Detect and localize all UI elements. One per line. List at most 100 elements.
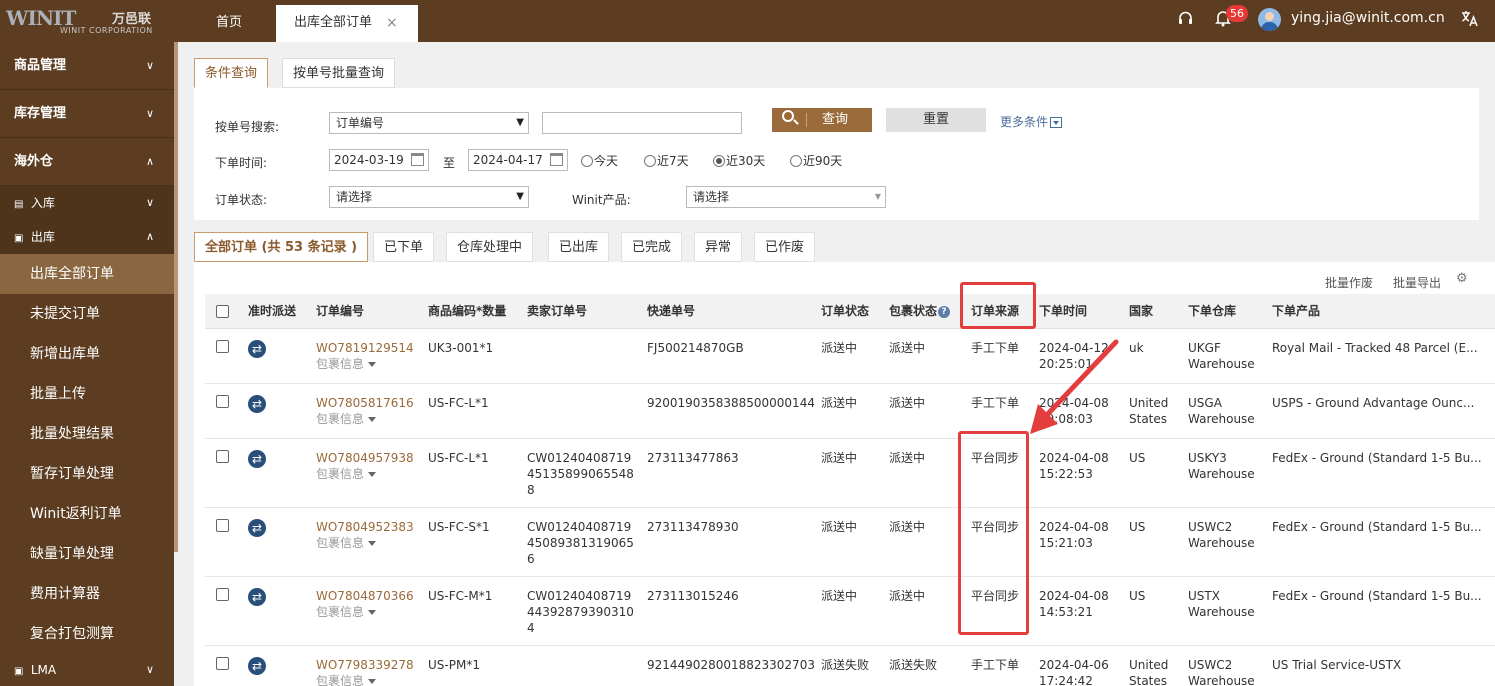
- tab-ordered[interactable]: 已下单: [373, 232, 435, 262]
- more-label: 更多条件: [1000, 115, 1049, 129]
- package-info-toggle[interactable]: 包裹信息: [316, 411, 414, 427]
- order-no-link[interactable]: WO7804870366: [316, 588, 414, 604]
- date-to-input[interactable]: 2024-04-17: [468, 149, 568, 171]
- tab-completed[interactable]: 已完成: [621, 232, 683, 262]
- radio-30-days[interactable]: 近30天: [713, 152, 765, 169]
- col-package-status[interactable]: 包裹状态?: [889, 294, 951, 329]
- on-time-delivery-icon[interactable]: ⇄: [248, 519, 266, 537]
- sidebar-item-outbound-all-orders[interactable]: 出库全部订单: [0, 254, 174, 294]
- col-on-time[interactable]: 准时派送: [248, 294, 296, 329]
- brand-logo[interactable]: WINIT 万邑联 WINIT CORPORATION: [6, 6, 166, 38]
- more-conditions-link[interactable]: 更多条件: [1000, 113, 1063, 130]
- order-no-link[interactable]: WO7804952383: [316, 519, 414, 535]
- tab-condition-query[interactable]: 条件查询: [194, 58, 269, 88]
- search-type-select[interactable]: 订单编号 ▼: [329, 112, 529, 134]
- sidebar-item-new-outbound[interactable]: 新增出库单: [0, 334, 174, 374]
- tab-voided[interactable]: 已作废: [754, 232, 816, 262]
- sidebar-group-overseas-warehouse[interactable]: 海外仓 ∧: [0, 138, 174, 186]
- package-info-toggle[interactable]: 包裹信息: [316, 604, 414, 620]
- row-checkbox[interactable]: [216, 450, 229, 463]
- translate-icon[interactable]: [1461, 10, 1479, 31]
- row-checkbox[interactable]: [216, 657, 229, 670]
- calendar-icon[interactable]: [411, 153, 424, 166]
- gear-icon[interactable]: ⚙: [1456, 271, 1468, 286]
- package-status-cell: 派送中: [889, 341, 926, 355]
- sku-cell: US-FC-L*1: [428, 396, 489, 410]
- tab-exception[interactable]: 异常: [694, 232, 743, 262]
- tab-warehouse-processing[interactable]: 仓库处理中: [446, 232, 534, 262]
- product-cell: FedEx - Ground (Standard 1-5 Bu...: [1272, 520, 1482, 534]
- close-icon[interactable]: ×: [386, 5, 398, 41]
- sidebar-sub-lma[interactable]: ▣ LMA ∨: [0, 654, 174, 686]
- col-warehouse[interactable]: 下单仓库: [1188, 294, 1236, 329]
- tab-all-orders[interactable]: 全部订单 (共 53 条记录 ): [194, 232, 369, 262]
- sidebar-item-shortage-orders[interactable]: 缺量订单处理: [0, 534, 174, 574]
- headset-icon[interactable]: [1177, 10, 1194, 31]
- col-order-no[interactable]: 订单编号: [316, 294, 364, 329]
- sidebar-item-batch-upload[interactable]: 批量上传: [0, 374, 174, 414]
- package-info-toggle[interactable]: 包裹信息: [316, 466, 414, 482]
- on-time-delivery-icon[interactable]: ⇄: [248, 450, 266, 468]
- sidebar-sub-outbound[interactable]: ▣ 出库 ∧: [0, 220, 174, 254]
- order-no-link[interactable]: WO7819129514: [316, 340, 414, 356]
- sidebar-group-product[interactable]: 商品管理 ∨: [0, 42, 174, 90]
- order-no-link[interactable]: WO7798339278: [316, 657, 414, 673]
- order-time-cell: 2024-04-08 14:53:21: [1039, 589, 1109, 619]
- col-tracking[interactable]: 快递单号: [647, 294, 695, 329]
- on-time-delivery-icon[interactable]: ⇄: [248, 657, 266, 675]
- query-button[interactable]: 查询: [772, 108, 872, 132]
- table-row[interactable]: ⇄ WO7805817616 包裹信息 US-FC-L*1 92001903583885…: [205, 384, 1495, 439]
- sidebar-sub-inbound[interactable]: ▤ 入库 ∨: [0, 186, 174, 220]
- product-select[interactable]: 请选择 ▼: [686, 186, 886, 208]
- select-all-checkbox[interactable]: [216, 305, 229, 318]
- date-from-input[interactable]: 2024-03-19: [329, 149, 429, 171]
- batch-void-button[interactable]: 批量作废: [1325, 274, 1373, 291]
- order-no-link[interactable]: WO7804957938: [316, 450, 414, 466]
- tab-home[interactable]: 首页: [196, 5, 262, 42]
- sidebar-item-packing-calc[interactable]: 复合打包测算: [0, 614, 174, 654]
- search-input[interactable]: [542, 112, 742, 134]
- sidebar-item-batch-results[interactable]: 批量处理结果: [0, 414, 174, 454]
- col-order-time[interactable]: 下单时间: [1039, 294, 1087, 329]
- sidebar-item-fee-calculator[interactable]: 费用计算器: [0, 574, 174, 614]
- row-checkbox[interactable]: [216, 395, 229, 408]
- table-row[interactable]: ⇄ WO7798339278 包裹信息 US-PM*1 9214490280018823…: [205, 646, 1495, 686]
- radio-today[interactable]: 今天: [581, 152, 618, 169]
- col-product[interactable]: 下单产品: [1272, 294, 1320, 329]
- tab-outbound-all-orders[interactable]: 出库全部订单 ×: [276, 5, 418, 42]
- tab-shipped[interactable]: 已出库: [548, 232, 610, 262]
- table-row[interactable]: ⇄ WO7804957938 包裹信息 US-FC-L*1 CW01240408719 4…: [205, 439, 1495, 508]
- package-info-toggle[interactable]: 包裹信息: [316, 673, 414, 686]
- calendar-icon[interactable]: [550, 153, 563, 166]
- on-time-delivery-icon[interactable]: ⇄: [248, 340, 266, 358]
- col-country[interactable]: 国家: [1129, 294, 1153, 329]
- package-info-toggle[interactable]: 包裹信息: [316, 535, 414, 551]
- select-value: 请选择: [693, 190, 730, 204]
- col-order-status[interactable]: 订单状态: [821, 294, 869, 329]
- order-no-link[interactable]: WO7805817616: [316, 395, 414, 411]
- help-icon[interactable]: ?: [938, 306, 951, 318]
- col-sku-qty[interactable]: 商品编码*数量: [428, 294, 506, 329]
- table-row[interactable]: ⇄ WO7804952383 包裹信息 US-FC-S*1 CW01240408719 4…: [205, 508, 1495, 577]
- on-time-delivery-icon[interactable]: ⇄: [248, 588, 266, 606]
- reset-button[interactable]: 重置: [886, 108, 986, 132]
- table-row[interactable]: ⇄ WO7804870366 包裹信息 US-FC-M*1 CW01240408719 4…: [205, 577, 1495, 646]
- table-row[interactable]: ⇄ WO7819129514 包裹信息 UK3-001*1 FJ500214870GB 派…: [205, 329, 1495, 384]
- package-info-toggle[interactable]: 包裹信息: [316, 356, 414, 372]
- tab-batch-order-query[interactable]: 按单号批量查询: [282, 58, 396, 88]
- row-checkbox[interactable]: [216, 588, 229, 601]
- batch-export-button[interactable]: 批量导出: [1393, 274, 1441, 291]
- order-status-select[interactable]: 请选择 ▼: [329, 186, 529, 208]
- radio-90-days[interactable]: 近90天: [790, 152, 842, 169]
- sidebar-item-rebate-orders[interactable]: Winit返利订单: [0, 494, 174, 534]
- sidebar-item-unsubmitted-orders[interactable]: 未提交订单: [0, 294, 174, 334]
- avatar[interactable]: [1258, 8, 1281, 31]
- row-checkbox[interactable]: [216, 519, 229, 532]
- on-time-delivery-icon[interactable]: ⇄: [248, 395, 266, 413]
- sidebar-item-draft-orders[interactable]: 暂存订单处理: [0, 454, 174, 494]
- row-checkbox[interactable]: [216, 340, 229, 353]
- col-seller-order[interactable]: 卖家订单号: [527, 294, 587, 329]
- sidebar-group-inventory[interactable]: 库存管理 ∨: [0, 90, 174, 138]
- user-email[interactable]: ying.jia@winit.com.cn: [1291, 10, 1445, 26]
- radio-7-days[interactable]: 近7天: [644, 152, 689, 169]
